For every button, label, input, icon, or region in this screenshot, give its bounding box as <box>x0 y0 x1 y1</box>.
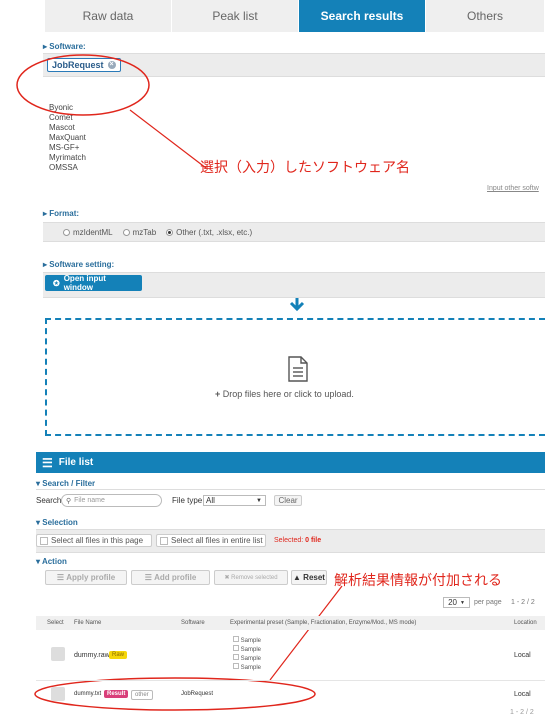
select-page-button[interactable]: Select all files in this page <box>36 534 152 547</box>
checkbox-icon <box>233 645 239 651</box>
preset-item[interactable]: Sample <box>233 645 261 654</box>
list-icon: ☰ <box>144 573 152 582</box>
file-name: dummy.txt <box>74 691 102 697</box>
preset-list: Sample Sample Sample Sample <box>233 636 261 672</box>
result-tag: Result <box>104 690 129 698</box>
checkbox-icon <box>233 663 239 669</box>
preset-item[interactable]: Sample <box>233 654 261 663</box>
column-header-software: Software <box>181 620 205 626</box>
software-highlight-ellipse <box>16 54 150 116</box>
search-input[interactable]: ⚲ File name <box>61 494 162 507</box>
preset-item[interactable]: Sample <box>233 636 261 645</box>
list-icon: ☰ <box>56 573 65 582</box>
apply-profile-button[interactable]: ☰ Apply profile <box>45 570 127 585</box>
divider <box>36 489 545 490</box>
plus-icon: + <box>215 389 221 399</box>
per-page-label: per page <box>474 599 502 606</box>
chevron-down-icon: ▼ <box>459 599 465 606</box>
gear-icon: ✪ <box>53 278 60 288</box>
format-radio-other[interactable]: Other (.txt, .xlsx, etc.) <box>166 228 252 237</box>
result-annotation: 解析結果情報が付加される <box>334 573 502 589</box>
row-location: Local <box>514 652 531 659</box>
chevron-down-icon: ▼ <box>256 497 262 504</box>
document-icon <box>288 356 308 382</box>
checkbox-icon <box>233 636 239 642</box>
file-type-select[interactable]: All ▼ <box>203 495 266 506</box>
column-header-location: Location <box>514 620 537 626</box>
remove-selected-button[interactable]: ✖ Remove selected <box>214 570 288 585</box>
search-icon: ⚲ <box>66 497 72 505</box>
format-radio-mztab[interactable]: mzTab <box>122 228 156 237</box>
dropzone-text: + Drop files here or click to upload. <box>215 389 354 399</box>
software-setting-heading: Software setting: <box>43 260 114 269</box>
format-heading: Format: <box>43 209 79 218</box>
row-select-checkbox[interactable] <box>51 647 65 661</box>
preset-item[interactable]: Sample <box>233 663 261 672</box>
reset-button[interactable]: ▲ Reset <box>291 570 327 585</box>
action-heading[interactable]: Action <box>36 557 67 566</box>
clear-button[interactable]: Clear <box>274 495 302 506</box>
row-select-checkbox[interactable] <box>51 687 65 701</box>
selected-count: Selected: 0 file <box>274 537 322 544</box>
format-options-bar: mzIdentML mzTab Other (.txt, .xlsx, etc.… <box>43 222 545 242</box>
column-header-preset: Experimental preset (Sample, Fractionati… <box>230 620 417 626</box>
file-name: dummy.raw <box>74 652 110 659</box>
select-all-button[interactable]: Select all files in entire list <box>156 534 266 547</box>
format-radio-mzidentml[interactable]: mzIdentML <box>63 228 113 237</box>
raw-tag: Raw <box>109 651 128 659</box>
list-icon: ☰ <box>42 455 53 470</box>
open-input-window-button[interactable]: ✪ Open input window <box>45 274 142 292</box>
column-header-select: Select <box>47 620 64 626</box>
search-label: Search <box>36 496 62 505</box>
warning-icon: ▲ <box>293 573 301 582</box>
column-header-file-name: File Name <box>74 620 102 626</box>
row-location: Local <box>514 691 531 698</box>
pagination-range: 1 - 2 / 2 <box>511 599 535 606</box>
row-software: JobRequest <box>181 691 214 697</box>
software-annotation-line <box>129 109 207 169</box>
other-tag: other <box>131 690 153 700</box>
file-list-header: ☰ File list <box>36 452 545 473</box>
pagination-range-bottom: 1 - 2 / 2 <box>510 709 534 716</box>
per-page-select[interactable]: 20 ▼ <box>443 597 470 608</box>
close-icon: ✖ <box>224 575 230 581</box>
checkbox-icon <box>233 654 239 660</box>
selection-heading[interactable]: Selection <box>36 518 78 527</box>
search-filter-heading[interactable]: Search / Filter <box>36 479 95 488</box>
checkbox-icon <box>160 536 168 545</box>
add-profile-button[interactable]: ☰ Add profile <box>131 570 210 585</box>
file-type-label: File type <box>172 496 203 505</box>
checkbox-icon <box>40 536 48 545</box>
